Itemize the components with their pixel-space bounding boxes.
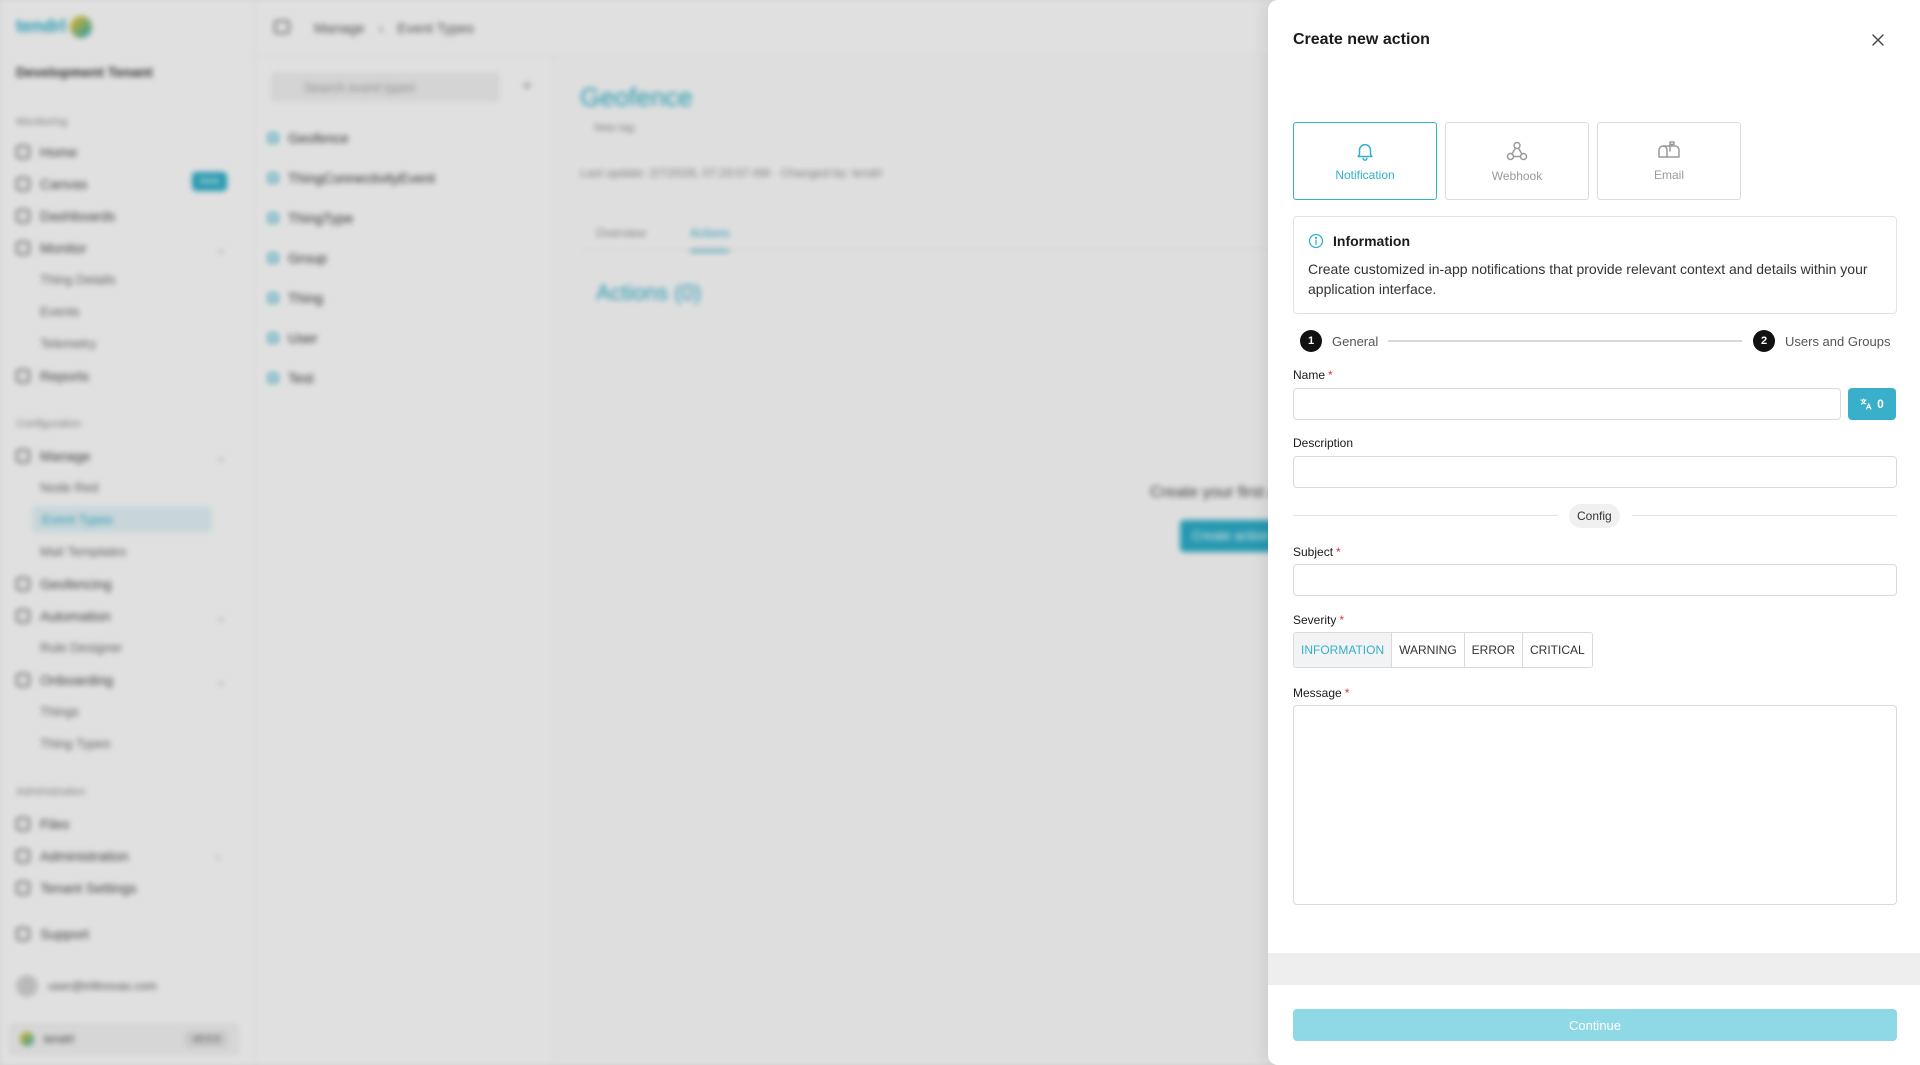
required-marker: *	[1339, 613, 1345, 627]
info-icon	[1308, 233, 1324, 249]
step-users-and-groups[interactable]: 2 Users and Groups	[1753, 330, 1891, 352]
description-input[interactable]	[1293, 456, 1897, 488]
required-marker: *	[1328, 368, 1333, 382]
severity-information[interactable]: INFORMATION	[1294, 633, 1393, 667]
step-general[interactable]: 1 General	[1300, 330, 1378, 352]
step-label: Users and Groups	[1785, 333, 1891, 349]
continue-button[interactable]: Continue	[1293, 1009, 1897, 1041]
action-type-selector: Notification Webhook Email	[1293, 122, 1741, 200]
severity-label: Severity *	[1293, 613, 1344, 627]
information-heading-row: Information	[1308, 233, 1882, 249]
information-text: Create customized in-app notifications t…	[1308, 261, 1868, 297]
close-icon	[1872, 34, 1884, 46]
translations-count: 0	[1877, 397, 1884, 411]
action-type-webhook[interactable]: Webhook	[1445, 122, 1589, 200]
severity-label-text: Severity	[1293, 613, 1337, 627]
required-marker: *	[1336, 545, 1341, 559]
severity-segmented-control: INFORMATION WARNING ERROR CRITICAL	[1293, 632, 1593, 668]
action-type-notification[interactable]: Notification	[1293, 122, 1437, 200]
bell-icon	[1357, 143, 1373, 161]
config-divider: Config	[1293, 504, 1897, 528]
description-label: Description	[1293, 436, 1354, 450]
mailbox-icon	[1658, 141, 1680, 158]
severity-error[interactable]: ERROR	[1464, 633, 1524, 667]
create-action-drawer: Create new action Notification Webhook E…	[1268, 0, 1920, 1065]
translate-icon	[1860, 398, 1872, 410]
information-panel: Information Create customized in-app not…	[1293, 216, 1897, 314]
subject-input[interactable]	[1293, 564, 1897, 596]
step-number: 2	[1753, 330, 1775, 352]
subject-label: Subject *	[1293, 545, 1341, 559]
close-button[interactable]	[1868, 30, 1888, 50]
action-type-label: Webhook	[1491, 169, 1543, 183]
divider-line	[1632, 515, 1897, 516]
config-label: Config	[1569, 504, 1620, 528]
stepper: 1 General 2 Users and Groups	[1300, 330, 1892, 352]
message-label: Message *	[1293, 686, 1349, 700]
name-label: Name *	[1293, 368, 1333, 382]
drawer-title: Create new action	[1293, 31, 1430, 48]
webhook-icon	[1506, 141, 1528, 161]
message-label-text: Message	[1293, 686, 1342, 700]
divider-line	[1293, 515, 1558, 516]
subject-label-text: Subject	[1293, 545, 1334, 559]
footer-separator	[1268, 953, 1920, 985]
action-type-email[interactable]: Email	[1597, 122, 1741, 200]
required-marker: *	[1344, 686, 1350, 700]
name-label-text: Name	[1293, 368, 1326, 382]
severity-critical[interactable]: CRITICAL	[1523, 633, 1592, 667]
translations-button[interactable]: 0	[1848, 388, 1896, 420]
message-textarea[interactable]	[1293, 705, 1897, 905]
step-number: 1	[1300, 330, 1322, 352]
step-connector	[1388, 340, 1742, 342]
severity-warning[interactable]: WARNING	[1392, 633, 1465, 667]
action-type-label: Email	[1653, 168, 1684, 182]
name-input[interactable]	[1293, 388, 1841, 420]
action-type-label: Notification	[1335, 168, 1395, 182]
step-label: General	[1332, 333, 1379, 349]
information-heading: Information	[1333, 233, 1410, 249]
